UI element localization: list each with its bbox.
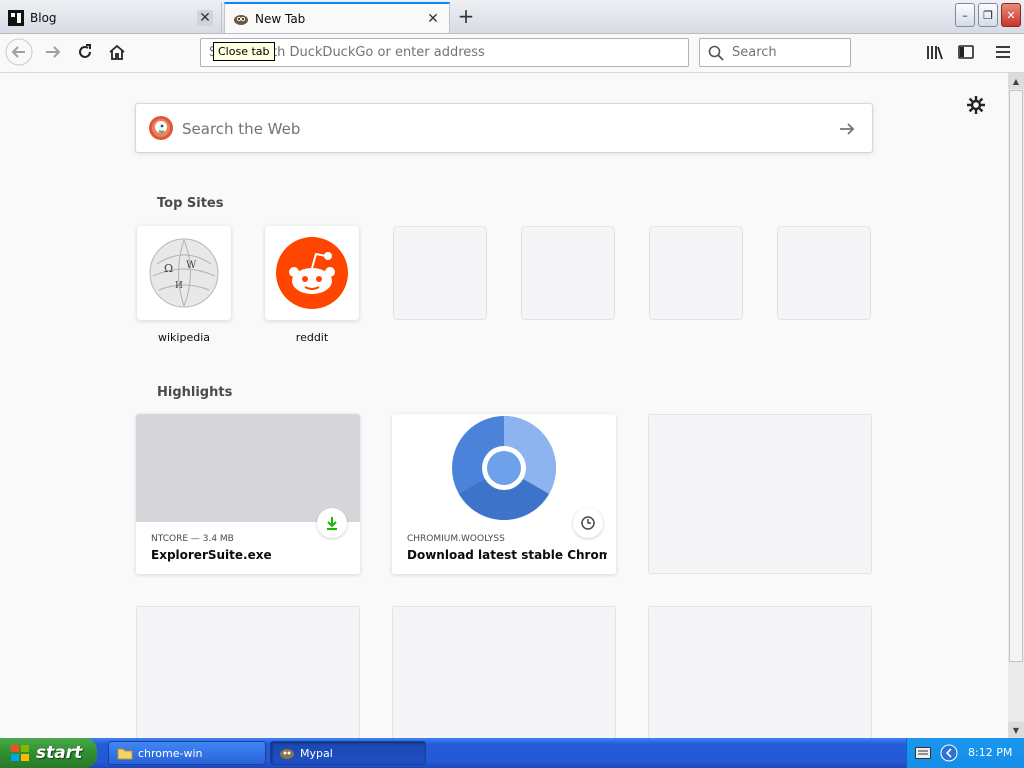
top-site-empty-slot[interactable]	[649, 226, 743, 320]
search-submit-arrow-icon[interactable]	[838, 120, 856, 138]
new-tab-page: Search the Web Top Sites Ω W И wikipedia…	[0, 73, 1008, 766]
search-bar[interactable]: Search	[699, 38, 851, 67]
search-bar-placeholder: Search	[732, 45, 777, 60]
svg-text:И: И	[175, 281, 183, 291]
taskbar-item-label: chrome-win	[138, 746, 203, 760]
mypal-favicon-icon	[233, 11, 249, 27]
forward-button[interactable]	[38, 37, 68, 67]
tray-collapse-icon[interactable]	[940, 744, 958, 762]
restore-button[interactable]: ❐	[978, 3, 998, 27]
web-search-placeholder: Search the Web	[182, 120, 301, 138]
menu-button[interactable]	[988, 37, 1018, 67]
tab-new-tab[interactable]: New Tab ✕	[224, 2, 450, 33]
system-tray: 8:12 PM	[906, 738, 1024, 768]
duckduckgo-icon	[149, 116, 173, 140]
settings-button[interactable]	[966, 95, 986, 118]
hamburger-menu-icon	[996, 46, 1010, 58]
taskbar-item-label: Mypal	[300, 746, 333, 760]
top-site-label: wikipedia	[157, 331, 210, 344]
web-search-box[interactable]: Search the Web	[135, 103, 873, 153]
reload-button[interactable]	[70, 37, 100, 67]
start-label: start	[36, 743, 83, 763]
back-button[interactable]	[4, 37, 34, 67]
close-tab-icon[interactable]: ✕	[197, 9, 213, 26]
svg-text:Ω: Ω	[164, 262, 173, 275]
taskbar-item-chrome-win[interactable]: chrome-win	[108, 741, 266, 765]
minimize-button[interactable]: –	[955, 3, 975, 27]
reddit-icon	[276, 237, 348, 309]
scroll-up-arrow-icon[interactable]: ▲	[1008, 73, 1024, 89]
card-title: ExplorerSuite.exe	[151, 548, 272, 562]
folder-icon	[117, 748, 133, 760]
card-preview-image	[136, 414, 360, 522]
close-window-button[interactable]: ✕	[1001, 3, 1021, 27]
top-sites-heading: Top Sites	[157, 196, 224, 211]
clock: 8:12 PM	[968, 746, 1013, 759]
highlights-heading: Highlights	[157, 385, 233, 400]
card-preview-image	[392, 414, 616, 522]
card-context: NTCORE — 3.4 MB	[151, 534, 234, 544]
close-tab-tooltip: Close tab	[213, 42, 275, 61]
top-site-wikipedia[interactable]: Ω W И	[137, 226, 231, 320]
svg-text:W: W	[186, 260, 197, 271]
forward-arrow-icon	[46, 46, 61, 58]
top-site-label: reddit	[295, 331, 329, 344]
mypal-icon	[280, 749, 294, 759]
new-tab-button[interactable]: +	[456, 6, 476, 26]
top-site-empty-slot[interactable]	[777, 226, 871, 320]
home-button[interactable]	[102, 37, 132, 67]
start-button[interactable]: start	[0, 738, 97, 768]
scrollbar-thumb[interactable]	[1009, 90, 1023, 662]
gear-icon	[967, 96, 985, 114]
tab-blog[interactable]: Blog ✕	[0, 2, 222, 33]
keyboard-icon[interactable]	[915, 747, 931, 759]
reload-icon	[79, 44, 91, 58]
library-icon	[927, 46, 943, 60]
library-button[interactable]	[919, 37, 949, 67]
blog-favicon-icon	[8, 9, 24, 26]
top-site-empty-slot[interactable]	[393, 226, 487, 320]
top-site-reddit[interactable]	[265, 226, 359, 320]
highlight-card-explorersuite[interactable]: NTCORE — 3.4 MB ExplorerSuite.exe	[136, 414, 360, 574]
highlight-empty-slot	[648, 414, 872, 574]
taskbar: start chrome-win Mypal 8:12 PM	[0, 738, 1024, 768]
taskbar-item-mypal[interactable]: Mypal	[270, 741, 426, 765]
tab-title: Blog	[30, 10, 57, 25]
navigation-toolbar: Search with DuckDuckGo or enter address …	[0, 34, 1024, 73]
tab-title: New Tab	[255, 11, 306, 26]
close-tab-icon[interactable]: ✕	[425, 11, 441, 27]
sidebar-toggle-button[interactable]	[951, 37, 981, 67]
sidebar-icon	[958, 45, 974, 59]
home-icon	[109, 44, 125, 60]
back-arrow-icon	[5, 38, 33, 66]
card-context: CHROMIUM.WOOLYSS	[407, 534, 505, 544]
history-icon	[573, 508, 603, 538]
chromium-logo-icon	[452, 416, 556, 520]
vertical-scrollbar[interactable]: ▲ ▼	[1008, 73, 1024, 738]
download-icon	[317, 508, 347, 538]
windows-logo-icon	[11, 745, 29, 761]
tab-strip: Blog ✕ New Tab ✕ + – ❐ ✕	[0, 0, 1024, 34]
search-icon	[708, 45, 724, 61]
highlight-card-chromium[interactable]: CHROMIUM.WOOLYSS Download latest stable …	[392, 414, 616, 574]
card-title: Download latest stable Chromiu...	[407, 548, 607, 562]
scroll-down-arrow-icon[interactable]: ▼	[1008, 722, 1024, 738]
top-site-empty-slot[interactable]	[521, 226, 615, 320]
wikipedia-icon: Ω W И	[149, 238, 219, 308]
